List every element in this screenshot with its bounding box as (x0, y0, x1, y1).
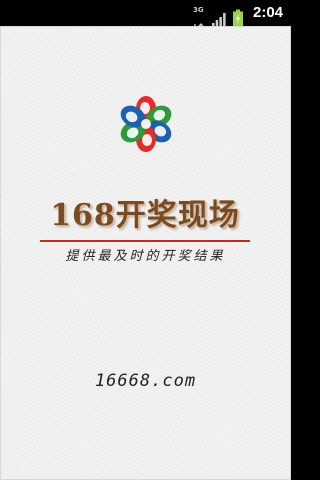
website-label: 16668.com (94, 371, 197, 391)
flower-logo-icon (120, 96, 172, 152)
tagline: 提供最及时的开奖结果 (65, 249, 226, 264)
app-title: 168开奖现场 (50, 198, 240, 233)
status-bar: 3G 2:04 (0, 0, 291, 31)
splash-screen: 168开奖现场 提供最及时的开奖结果 16668.com (0, 26, 291, 480)
title-divider (40, 240, 250, 242)
